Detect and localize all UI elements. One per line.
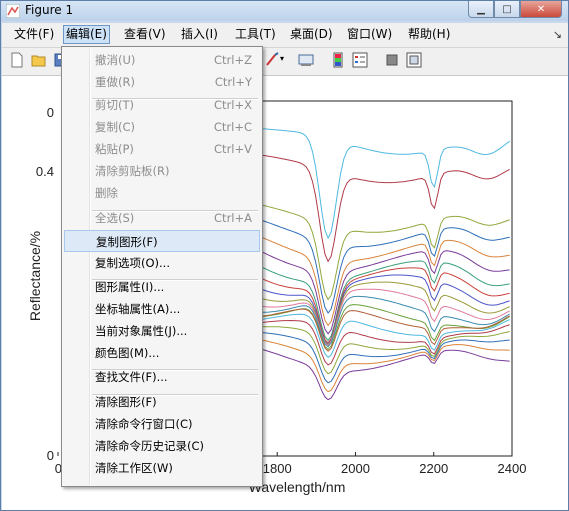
menu-item-label: 清除命令历史记录(C)	[95, 439, 205, 453]
matlab-icon	[6, 4, 20, 18]
y-tick-label: 0	[47, 105, 54, 120]
menu-item-label: 颜色图(M)...	[95, 346, 160, 360]
legend-icon[interactable]	[352, 52, 368, 68]
menu-item-label: 重做(R)	[95, 75, 135, 89]
menu-item-copy[interactable]: 复制(C) Ctrl+C	[64, 116, 260, 138]
menu-item-label: 清除命令行窗口(C)	[95, 417, 193, 431]
link-plot-icon[interactable]	[298, 52, 314, 68]
menu-window[interactable]: 窗口(W)	[345, 25, 394, 44]
menu-item-select-all[interactable]: 全选(S) Ctrl+A	[64, 207, 260, 229]
menu-item-shortcut: Ctrl+A	[214, 211, 252, 225]
menu-item-find-files[interactable]: 查找文件(F)...	[64, 366, 260, 388]
menu-item-undo[interactable]: 撤消(U) Ctrl+Z	[64, 49, 260, 71]
menu-item-clear-figure[interactable]: 清除图形(F)	[64, 391, 260, 413]
menu-item-clear-command-window[interactable]: 清除命令行窗口(C)	[64, 413, 260, 435]
minimize-icon: ▁	[477, 3, 485, 15]
y-tick-label: 0	[47, 448, 54, 463]
show-plot-tools-icon[interactable]	[406, 52, 422, 68]
menu-item-clear-clipboard[interactable]: 清除剪贴板(R)	[64, 160, 260, 182]
menu-item-label: 撤消(U)	[95, 53, 136, 67]
x-tick-label: 2000	[341, 461, 370, 476]
menu-item-figure-properties[interactable]: 图形属性(I)...	[64, 276, 260, 298]
menu-file[interactable]: 文件(F)	[12, 25, 56, 44]
edit-menu-dropdown: 撤消(U) Ctrl+Z 重做(R) Ctrl+Y 剪切(T) Ctrl+X 复制(C) Ct…	[61, 46, 263, 487]
menu-help[interactable]: 帮助(H)	[406, 25, 452, 44]
menu-item-label: 图形属性(I)...	[95, 280, 165, 294]
menu-tools[interactable]: 工具(T)	[233, 25, 278, 44]
menu-item-label: 清除工作区(W)	[95, 461, 173, 475]
figure-window: Figure 1 ▁ □ ✕ 文件(F) 编辑(E) 查看(V) 插入(I) 工…	[0, 0, 569, 511]
menu-bar: 文件(F) 编辑(E) 查看(V) 插入(I) 工具(T) 桌面(D) 窗口(W…	[2, 23, 568, 48]
window-title: Figure 1	[25, 3, 74, 17]
menu-edit[interactable]: 编辑(E)	[63, 25, 110, 44]
menu-item-redo[interactable]: 重做(R) Ctrl+Y	[64, 71, 260, 93]
menu-view[interactable]: 查看(V)	[122, 25, 168, 44]
menu-item-label: 粘贴(P)	[95, 142, 134, 156]
menu-item-colormap[interactable]: 颜色图(M)...	[64, 342, 260, 364]
menu-item-label: 清除图形(F)	[95, 395, 157, 409]
minimize-button[interactable]: ▁	[468, 1, 494, 18]
menu-item-shortcut: Ctrl+X	[214, 98, 252, 112]
brush-dropdown-icon[interactable]: ▾	[280, 54, 284, 63]
menu-insert[interactable]: 插入(I)	[179, 25, 220, 44]
menu-item-shortcut: Ctrl+C	[213, 120, 252, 134]
menu-item-shortcut: Ctrl+V	[214, 142, 252, 156]
menu-item-label: 清除剪贴板(R)	[95, 164, 170, 178]
colorbar-icon[interactable]	[330, 52, 346, 68]
x-tick-label: 1800	[263, 461, 292, 476]
menu-item-shortcut: Ctrl+Z	[214, 53, 252, 67]
menu-desktop[interactable]: 桌面(D)	[288, 25, 335, 44]
menu-item-label: 复制图形(F)	[96, 235, 158, 249]
menu-item-label: 剪切(T)	[95, 98, 134, 112]
y-tick-label: 0.4	[36, 164, 54, 179]
menu-item-label: 复制选项(O)...	[95, 256, 170, 270]
open-file-icon[interactable]	[31, 52, 47, 68]
menu-item-clear-workspace[interactable]: 清除工作区(W)	[64, 457, 260, 479]
menu-item-label: 删除	[95, 186, 118, 200]
brush-icon[interactable]	[264, 52, 280, 68]
menu-item-label: 全选(S)	[95, 211, 135, 225]
dock-arrow-icon[interactable]: ↘	[553, 28, 562, 41]
menu-item-copy-options[interactable]: 复制选项(O)...	[64, 252, 260, 274]
menu-item-label: 坐标轴属性(A)...	[95, 302, 181, 316]
x-axis-label: Wavelength/nm	[249, 479, 346, 495]
close-button[interactable]: ✕	[520, 1, 562, 18]
menu-item-label: 当前对象属性(J)...	[95, 324, 188, 338]
maximize-icon: □	[502, 3, 512, 15]
menu-item-axes-properties[interactable]: 坐标轴属性(A)...	[64, 298, 260, 320]
new-figure-icon[interactable]	[9, 52, 25, 68]
menu-item-clear-command-history[interactable]: 清除命令历史记录(C)	[64, 435, 260, 457]
x-tick-label: 2200	[419, 461, 448, 476]
menu-item-label: 查找文件(F)...	[95, 370, 168, 384]
menu-item-current-object-properties[interactable]: 当前对象属性(J)...	[64, 320, 260, 342]
menu-item-copy-figure[interactable]: 复制图形(F)	[64, 230, 260, 252]
menu-item-label: 复制(C)	[95, 120, 136, 134]
x-tick-label: 2400	[498, 461, 527, 476]
title-bar: Figure 1 ▁ □ ✕	[1, 1, 568, 21]
menu-item-paste[interactable]: 粘贴(P) Ctrl+V	[64, 138, 260, 160]
close-icon: ✕	[536, 3, 546, 15]
menu-item-delete[interactable]: 删除	[64, 182, 260, 204]
y-axis-label: Reflectance/%	[27, 231, 43, 321]
menu-item-shortcut: Ctrl+Y	[214, 75, 252, 89]
menu-item-cut[interactable]: 剪切(T) Ctrl+X	[64, 94, 260, 116]
hide-plot-tools-icon[interactable]	[384, 52, 400, 68]
maximize-button[interactable]: □	[494, 1, 520, 18]
